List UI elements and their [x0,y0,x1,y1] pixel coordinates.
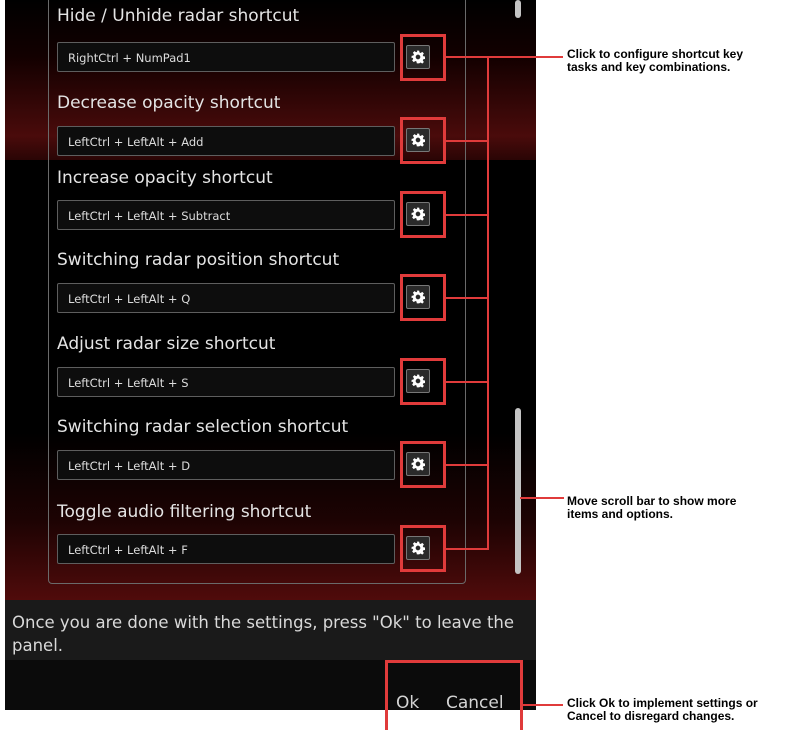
highlight-box [400,525,446,572]
footer-info-text: Once you are done with the settings, pre… [12,613,515,655]
callout-line [446,381,488,383]
highlight-box [400,191,446,238]
shortcut-label-hide-unhide: Hide / Unhide radar shortcut [57,6,300,26]
shortcut-label-radar-size: Adjust radar size shortcut [57,334,276,354]
callout-shortcut-config: Click to configure shortcut key tasks an… [567,48,743,74]
highlight-box [400,358,446,405]
shortcut-field-radar-selection[interactable]: LeftCtrl + LeftAlt + D [57,450,395,480]
shortcut-field-radar-position[interactable]: LeftCtrl + LeftAlt + Q [57,283,395,313]
callout-text-line: tasks and key combinations. [567,60,731,74]
callout-line [446,140,488,142]
callout-line [446,297,488,299]
highlight-box [400,441,446,488]
callout-text-line: Cancel to disregard changes. [567,709,735,723]
callout-line [523,704,563,706]
callout-scroll: Move scroll bar to show more items and o… [567,495,736,521]
callout-ok-cancel: Click Ok to implement settings or Cancel… [567,697,758,723]
callout-line [520,497,564,499]
shortcut-field-audio-filtering[interactable]: LeftCtrl + LeftAlt + F [57,534,395,564]
shortcut-label-decrease-opacity: Decrease opacity shortcut [57,93,281,113]
callout-line [487,56,489,550]
highlight-box [400,34,446,81]
shortcut-field-hide-unhide[interactable]: RightCtrl + NumPad1 [57,42,395,72]
callout-line [446,214,488,216]
callout-line [446,56,488,58]
callout-line [446,548,488,550]
shortcut-field-decrease-opacity[interactable]: LeftCtrl + LeftAlt + Add [57,126,395,156]
footer-info-bar: Once you are done with the settings, pre… [5,600,536,660]
callout-line [446,464,488,466]
callout-line [487,56,563,58]
shortcut-label-radar-selection: Switching radar selection shortcut [57,417,349,437]
shortcut-label-radar-position: Switching radar position shortcut [57,250,340,270]
shortcut-field-increase-opacity[interactable]: LeftCtrl + LeftAlt + Subtract [57,200,395,230]
shortcut-label-increase-opacity: Increase opacity shortcut [57,168,273,188]
scrollbar-thumb[interactable] [515,408,521,574]
highlight-box-ok-cancel [385,660,523,730]
highlight-box [400,274,446,321]
shortcut-label-audio-filtering: Toggle audio filtering shortcut [57,502,312,522]
scrollbar-thumb-top[interactable] [515,0,521,18]
shortcut-field-radar-size[interactable]: LeftCtrl + LeftAlt + S [57,367,395,397]
highlight-box [400,117,446,164]
callout-text-line: items and options. [567,507,674,521]
